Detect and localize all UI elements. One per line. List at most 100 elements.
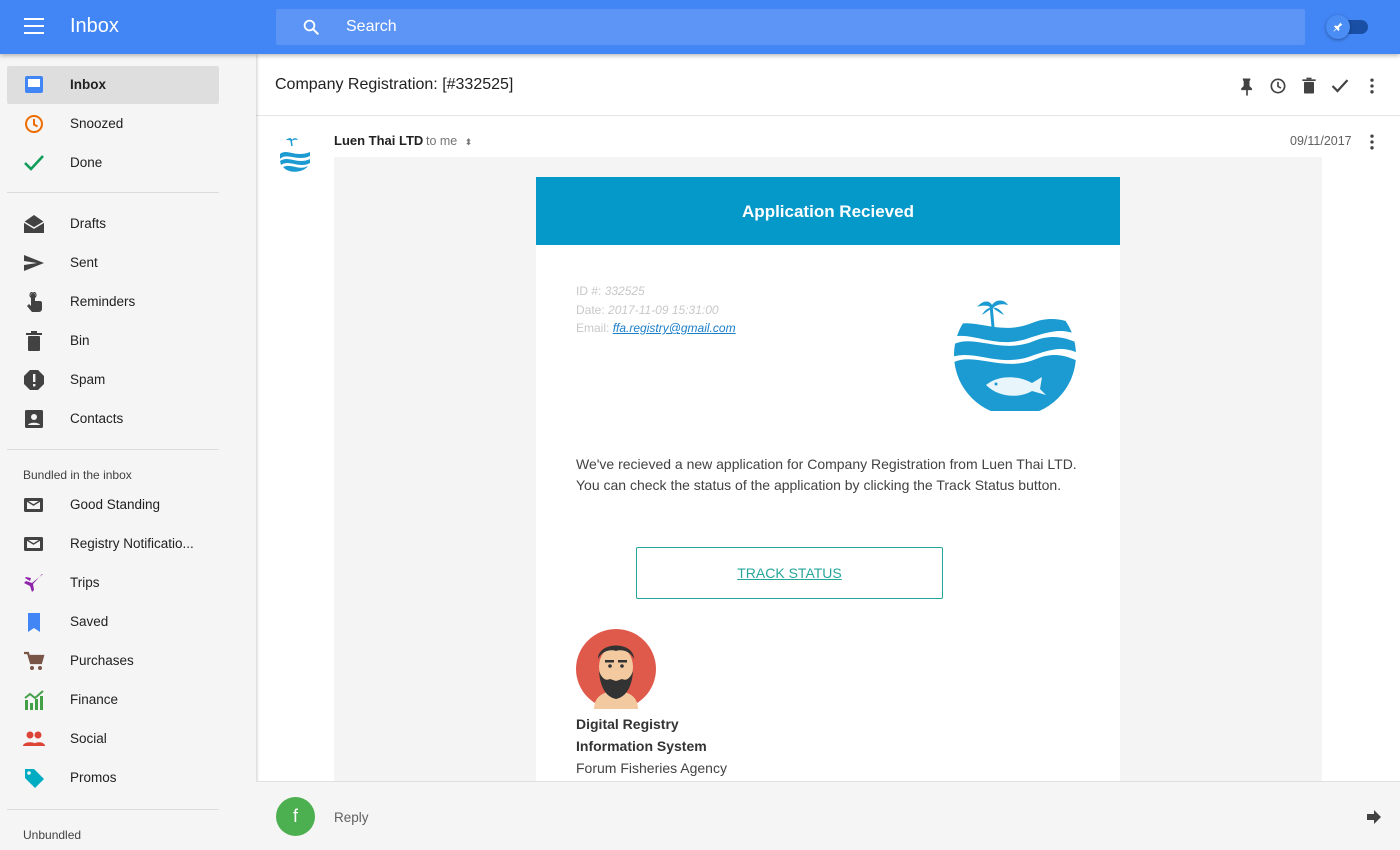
sidebar-divider [7, 192, 219, 193]
forward-arrow-icon[interactable] [1366, 810, 1382, 824]
sidebar-item-spam[interactable]: Spam [7, 361, 219, 399]
sidebar-item-label: Social [70, 731, 107, 746]
sidebar-item-label: Done [70, 155, 103, 170]
expand-details-icon: ⬍ [464, 137, 473, 147]
check-icon [24, 155, 44, 171]
cart-icon [24, 651, 45, 670]
top-app-bar: Inbox [0, 0, 1400, 54]
email-body-frame: Application Recieved ID #: 332525 Date: … [334, 157, 1322, 781]
search-input[interactable] [346, 9, 1246, 45]
message-more-icon[interactable] [1362, 132, 1382, 152]
thread-subject: Company Registration: [#332525] [275, 76, 514, 93]
sidebar-item-snoozed[interactable]: Snoozed [7, 105, 219, 143]
sidebar-item-label: Trips [70, 575, 100, 590]
search-box[interactable] [276, 9, 1305, 45]
pin-icon[interactable] [1237, 76, 1257, 96]
sidebar-item-label: Drafts [70, 216, 107, 231]
sidebar-item-label: Snoozed [70, 116, 124, 131]
app-title: Inbox [70, 15, 119, 37]
sidebar-item-label: Registry Notificatio... [70, 536, 194, 551]
sidebar-item-label: Saved [70, 614, 109, 629]
snooze-clock-icon[interactable] [1268, 76, 1288, 96]
sidebar-item-sent[interactable]: Sent [7, 244, 219, 282]
trash-icon [26, 331, 42, 351]
sidebar-item-trips[interactable]: Trips [7, 564, 219, 602]
sidebar-item-label: Spam [70, 372, 106, 387]
sidebar-item-drafts[interactable]: Drafts [7, 205, 219, 243]
unbundled-header: Unbundled [23, 828, 82, 842]
pin-toggle[interactable] [1326, 15, 1370, 39]
tag-icon [25, 769, 44, 788]
sidebar-item-registry-notifications[interactable]: Registry Notificatio... [7, 525, 219, 563]
reply-button[interactable]: Reply [334, 810, 369, 825]
meta-email: Email: ffa.registry@gmail.com [576, 321, 736, 335]
signature-avatar [576, 629, 656, 709]
sidebar-item-purchases[interactable]: Purchases [7, 642, 219, 680]
sidebar-divider [7, 809, 219, 810]
sidebar-item-saved[interactable]: Saved [7, 603, 219, 641]
sidebar-item-label: Reminders [70, 294, 136, 309]
meta-id: ID #: 332525 [576, 284, 645, 298]
bundled-header: Bundled in the inbox [23, 468, 132, 482]
pin-icon [1333, 22, 1343, 32]
sidebar-item-label: Bin [70, 333, 90, 348]
reply-bar: f Reply [256, 781, 1400, 850]
sender-name[interactable]: Luen Thai LTD [334, 133, 423, 148]
sidebar-item-label: Good Standing [70, 497, 161, 512]
sidebar-item-label: Inbox [70, 77, 106, 92]
bundle-mail-icon [24, 537, 43, 551]
sidebar-item-label: Finance [70, 692, 119, 707]
reminder-hand-icon [27, 292, 42, 312]
done-check-icon[interactable] [1330, 76, 1350, 96]
subject-bar: Company Registration: [#332525] [256, 54, 1400, 116]
sidebar-item-done[interactable]: Done [7, 144, 219, 182]
recipient-toggle[interactable]: to me ⬍ [426, 134, 472, 148]
reply-avatar: f [276, 797, 315, 836]
sidebar-item-promos[interactable]: Promos [7, 759, 219, 797]
sidebar-item-inbox[interactable]: Inbox [7, 66, 219, 104]
track-status-label: TRACK STATUS [737, 565, 842, 581]
email-card: ID #: 332525 Date: 2017-11-09 15:31:00 E… [536, 245, 1120, 781]
inbox-icon [25, 76, 43, 93]
finance-chart-icon [24, 690, 44, 710]
toggle-knob[interactable] [1326, 15, 1350, 39]
bundle-mail-icon [24, 498, 43, 512]
email-body-text: We've recieved a new application for Com… [576, 456, 1077, 493]
meta-date: Date: 2017-11-09 15:31:00 [576, 303, 719, 317]
sidebar-item-finance[interactable]: Finance [7, 681, 219, 719]
bookmark-icon [28, 613, 40, 632]
sidebar-item-label: Contacts [70, 411, 124, 426]
more-vert-icon[interactable] [1362, 76, 1382, 96]
drafts-icon [23, 215, 45, 233]
sidebar-item-good-standing[interactable]: Good Standing [7, 486, 219, 524]
sidebar-item-reminders[interactable]: Reminders [7, 283, 219, 321]
sender-avatar [275, 134, 315, 174]
send-icon [24, 255, 44, 271]
signature-line-3: Forum Fisheries Agency [576, 760, 727, 776]
sidebar-item-label: Sent [70, 255, 98, 270]
signature-line-2: Information System [576, 738, 707, 754]
message-date: 09/11/2017 [1290, 134, 1352, 148]
spam-icon [24, 370, 44, 390]
sidebar-item-social[interactable]: Social [7, 720, 219, 758]
people-icon [23, 731, 45, 746]
email-banner-title: Application Recieved [742, 202, 914, 221]
sidebar-item-label: Promos [70, 770, 117, 785]
clock-icon [25, 115, 43, 133]
sidebar-item-bin[interactable]: Bin [7, 322, 219, 360]
plane-icon [24, 574, 43, 592]
email-banner: Application Recieved [536, 177, 1120, 245]
sidebar-item-contacts[interactable]: Contacts [7, 400, 219, 438]
sidebar-item-label: Purchases [70, 653, 134, 668]
search-icon[interactable] [302, 18, 320, 36]
email-link[interactable]: ffa.registry@gmail.com [613, 321, 736, 335]
track-status-button[interactable]: TRACK STATUS [636, 547, 943, 599]
sidebar: Inbox Snoozed Done Drafts Sent Reminders… [0, 54, 256, 850]
sidebar-divider [7, 449, 219, 450]
ffa-logo [954, 300, 1076, 411]
signature-line-1: Digital Registry [576, 716, 679, 732]
trash-icon[interactable] [1299, 76, 1319, 96]
contacts-icon [25, 410, 43, 428]
hamburger-icon[interactable] [24, 18, 44, 34]
reading-pane: Company Registration: [#332525] Luen Tha… [256, 54, 1400, 850]
